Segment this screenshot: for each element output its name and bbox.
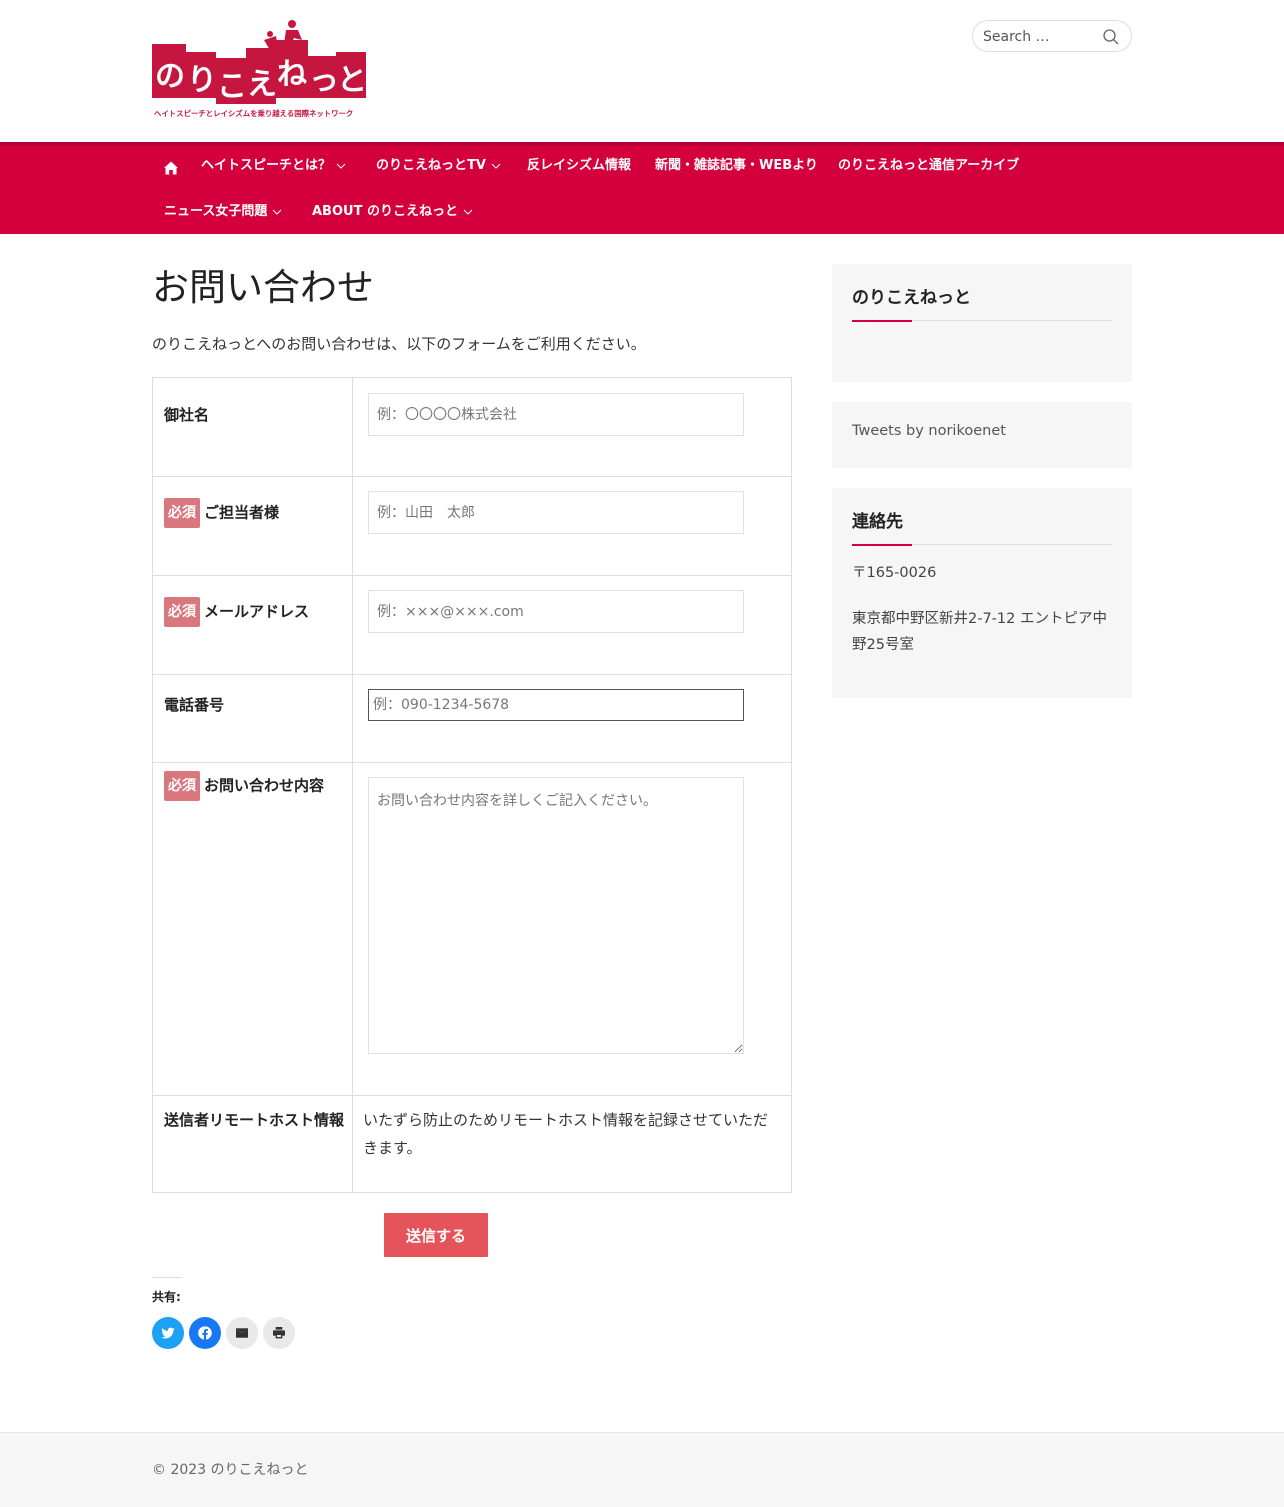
required-badge: 必須 <box>164 597 200 627</box>
required-badge: 必須 <box>164 498 200 528</box>
form-row-message: 必須 お問い合わせ内容 <box>152 763 792 1096</box>
nav-item-archive[interactable]: のりこえねっと通信アーカイブ <box>838 154 1019 178</box>
footer-copyright: © 2023 のりこえねっと <box>152 1462 309 1478</box>
sidebar-widget-tweets: Tweets by norikoenet <box>832 402 1132 468</box>
chevron-down-icon <box>336 163 346 169</box>
nav-item-articles[interactable]: 新聞・雑誌記事・WEBより <box>655 154 818 178</box>
chevron-down-icon <box>491 163 501 169</box>
svg-text:ヘイトスピーチとレイシズムを乗り越える国際ネットワーク: ヘイトスピーチとレイシズムを乗り越える国際ネットワーク <box>154 109 353 118</box>
sidebar-widget-contact: 連絡先 〒165-0026 東京都中野区新井2-7-12 エントピア中野25号室 <box>832 488 1132 698</box>
email-input[interactable] <box>368 590 744 633</box>
form-row-email: 必須 メールアドレス <box>152 576 792 675</box>
search-input[interactable] <box>983 27 1101 47</box>
widget-title-underline <box>852 544 1112 546</box>
company-input[interactable] <box>368 393 744 436</box>
nav-item-label: ヘイトスピーチとは？ <box>201 158 332 173</box>
nav-item-anti-racism[interactable]: 反レイシズム情報 <box>527 154 631 178</box>
nav-item-label: のりこえねっとTV <box>376 158 486 173</box>
field-label-name: ご担当者様 <box>204 503 280 522</box>
form-label-cell: 必須 ご担当者様 <box>153 477 353 575</box>
field-label: 必須 ご担当者様 <box>164 498 279 528</box>
chevron-down-icon <box>463 209 473 215</box>
chevron-down-icon <box>273 209 282 215</box>
svg-text:え: え <box>247 67 277 102</box>
message-textarea[interactable] <box>368 777 744 1054</box>
logo-image: の り こ え ね っ と ヘイトスピーチとレイシズムを乗り越える国際ネットワー… <box>152 20 367 118</box>
nav-item-about[interactable]: ABOUT のりこえねっと <box>312 200 473 224</box>
form-row-name: 必須 ご担当者様 <box>152 477 792 576</box>
name-input[interactable] <box>368 491 744 534</box>
search-icon[interactable] <box>1101 27 1121 47</box>
form-label-cell: 電話番号 <box>153 675 353 762</box>
widget-title: のりこえねっと <box>852 288 971 308</box>
nav-item-label: 新聞・雑誌記事・WEBより <box>655 158 818 173</box>
share-print-button[interactable] <box>263 1317 295 1349</box>
share-twitter-button[interactable] <box>152 1317 184 1349</box>
svg-text:ね: ね <box>277 57 307 92</box>
widget-title: 連絡先 <box>852 512 903 532</box>
field-label-phone: 電話番号 <box>164 696 225 714</box>
svg-text:こ: こ <box>217 69 247 104</box>
form-row-remote-host: 送信者リモートホスト情報 いたずら防止のためリモートホスト情報を記録させていただ… <box>152 1096 792 1193</box>
nav-item-tv[interactable]: のりこえねっとTV <box>376 154 501 178</box>
submit-button[interactable]: 送信する <box>384 1213 488 1257</box>
form-label-cell: 送信者リモートホスト情報 <box>153 1096 353 1192</box>
site-header: の り こ え ね っ と ヘイトスピーチとレイシズムを乗り越える国際ネットワー… <box>0 0 1284 142</box>
field-label-remote-host: 送信者リモートホスト情報 <box>164 1111 345 1129</box>
widget-title-underline <box>852 320 1112 322</box>
phone-input[interactable] <box>368 689 744 721</box>
form-label-cell: 必須 メールアドレス <box>153 576 353 674</box>
home-icon[interactable] <box>162 159 180 177</box>
contact-postal: 〒165-0026 <box>852 565 937 581</box>
field-label: 必須 メールアドレス <box>164 597 309 627</box>
page-title: お問い合わせ <box>152 266 374 309</box>
nav-item-label: ニュース女子問題 <box>164 204 268 219</box>
search-box <box>972 20 1132 52</box>
svg-text:の: の <box>155 59 185 94</box>
nav-item-label: のりこえねっと通信アーカイブ <box>838 158 1020 173</box>
field-label-email: メールアドレス <box>204 602 310 621</box>
form-label-cell: 必須 お問い合わせ内容 <box>153 763 353 1095</box>
svg-text:と: と <box>337 63 367 98</box>
tweets-link[interactable]: Tweets by norikoenet <box>852 423 1006 439</box>
site-footer: © 2023 のりこえねっと <box>0 1432 1284 1507</box>
share-divider <box>152 1277 182 1278</box>
share-email-button[interactable] <box>226 1317 258 1349</box>
sidebar-widget-norikoenet: のりこえねっと <box>832 264 1132 382</box>
remote-host-notice: いたずら防止のためリモートホスト情報を記録させていただきます。 <box>363 1111 769 1157</box>
main-nav: ヘイトスピーチとは？ のりこえねっとTV 反レイシズム情報 新聞・雑誌記事・WE… <box>0 142 1284 234</box>
contact-address: 東京都中野区新井2-7-12 エントピア中野25号室 <box>852 611 1107 653</box>
form-row-company: 御社名 <box>152 377 792 477</box>
printer-icon <box>273 1327 285 1339</box>
mail-icon <box>236 1328 248 1338</box>
field-label: 必須 お問い合わせ内容 <box>164 771 324 801</box>
form-row-phone: 電話番号 <box>152 675 792 763</box>
nav-item-label: ABOUT のりこえねっと <box>312 204 458 219</box>
field-label-company: 御社名 <box>164 406 210 424</box>
share-label: 共有: <box>152 1290 181 1304</box>
nav-item-label: 反レイシズム情報 <box>527 158 632 173</box>
form-label-cell: 御社名 <box>153 378 353 476</box>
intro-text: のりこえねっとへのお問い合わせは、以下のフォームをご利用ください。 <box>152 335 646 353</box>
site-logo[interactable]: の り こ え ね っ と ヘイトスピーチとレイシズムを乗り越える国際ネットワー… <box>152 18 368 122</box>
svg-text:り: り <box>187 63 217 98</box>
facebook-icon <box>198 1326 212 1340</box>
nav-item-hate-speech[interactable]: ヘイトスピーチとは？ <box>201 154 346 178</box>
svg-text:っ: っ <box>309 63 339 98</box>
required-badge: 必須 <box>164 771 200 801</box>
share-facebook-button[interactable] <box>189 1317 221 1349</box>
field-label-message: お問い合わせ内容 <box>204 776 325 795</box>
twitter-icon <box>161 1327 175 1339</box>
nav-item-news-joshi[interactable]: ニュース女子問題 <box>164 200 282 224</box>
